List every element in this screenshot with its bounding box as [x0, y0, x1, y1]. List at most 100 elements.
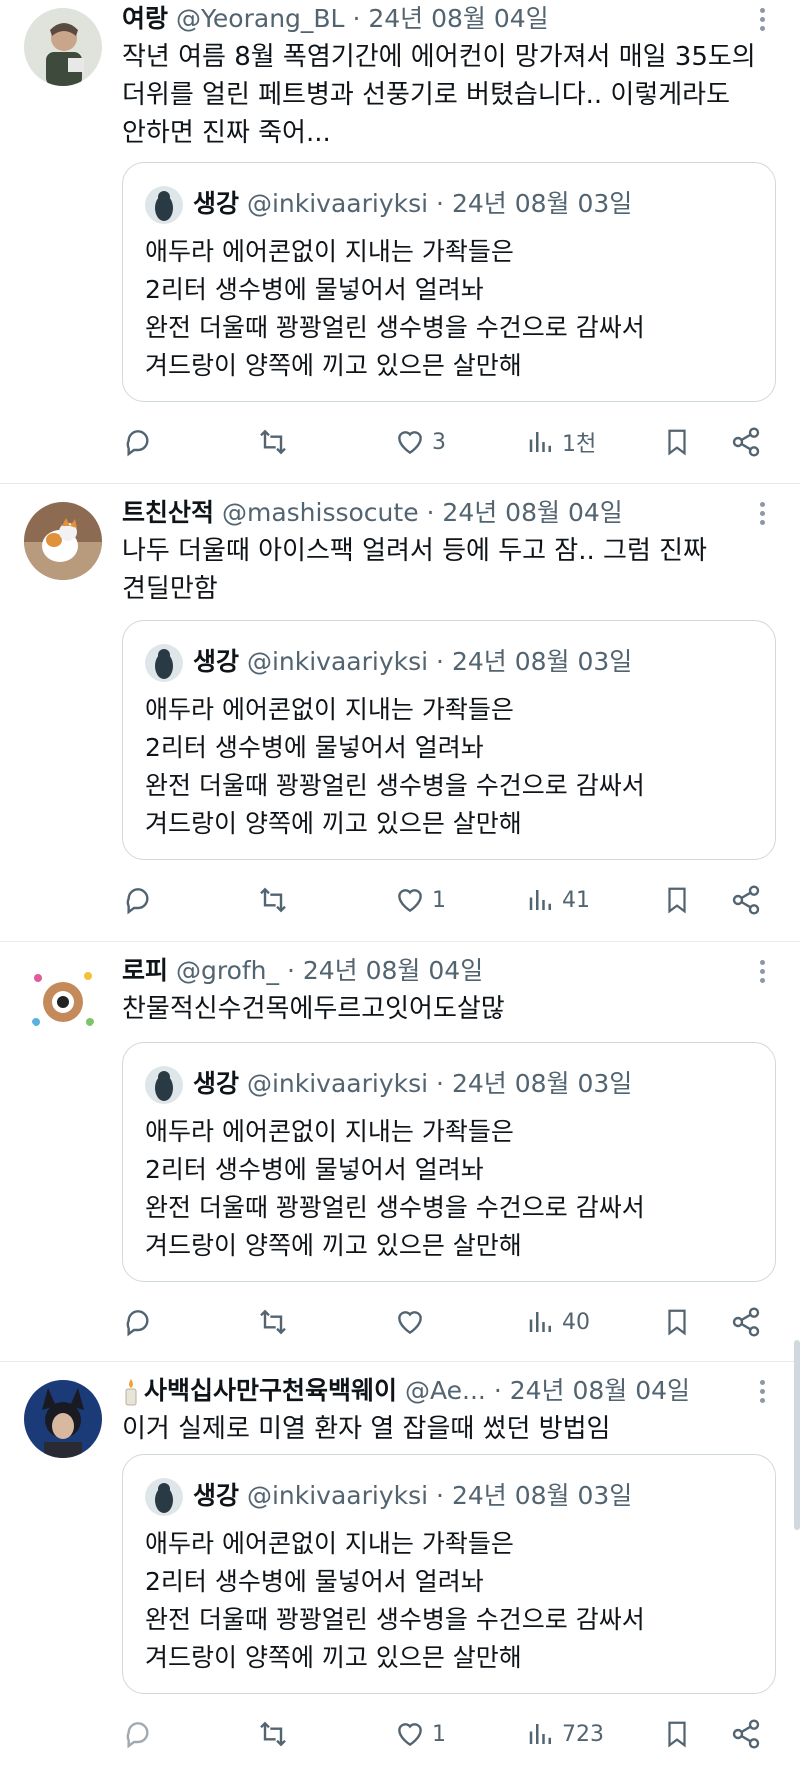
quoted-author-name: 생강 — [193, 1069, 240, 1098]
tweet-date[interactable]: · 24년 08월 04일 — [352, 4, 548, 33]
action-bar: 1 723 — [122, 1714, 762, 1754]
quoted-date: · 24년 08월 03일 — [436, 189, 633, 218]
avatar[interactable] — [24, 960, 102, 1038]
author-handle[interactable]: @Ae... — [405, 1376, 486, 1405]
quoted-date: · 24년 08월 03일 — [436, 1069, 633, 1098]
reply-button[interactable] — [122, 880, 154, 920]
share-button[interactable] — [730, 1302, 762, 1342]
more-icon[interactable] — [752, 4, 772, 38]
share-button[interactable] — [730, 880, 762, 920]
retweet-button[interactable] — [256, 1302, 290, 1342]
share-button[interactable] — [730, 1714, 762, 1754]
tweet[interactable]: 사백십사만구천육백웨이 @Ae... · 24년 08월 04일 이거 실제로 … — [0, 1362, 800, 1770]
avatar[interactable] — [24, 8, 102, 86]
avatar[interactable] — [24, 502, 102, 580]
retweet-icon — [260, 429, 286, 455]
views-icon — [529, 1312, 551, 1332]
author-handle[interactable]: @grofh_ — [176, 956, 279, 985]
more-icon[interactable] — [752, 1376, 772, 1410]
retweet-icon — [260, 1309, 286, 1335]
quoted-avatar — [145, 644, 183, 682]
quoted-tweet[interactable]: 생강 @inkivaariyksi · 24년 08월 03일 애두라 에어콘없… — [122, 620, 776, 860]
author-name[interactable]: 여랑 — [122, 4, 168, 33]
heart-icon — [398, 889, 422, 913]
tweet-date[interactable]: · 24년 08월 04일 — [287, 956, 483, 985]
tweet[interactable]: 여랑 @Yeorang_BL · 24년 08월 04일 작년 여름 8월 폭염… — [0, 0, 800, 484]
quoted-text: 애두라 에어콘없이 지내는 가좍들은 2리터 생수병에 물넣어서 얼려놔 완전 … — [145, 695, 645, 838]
bookmark-button[interactable] — [662, 1714, 692, 1754]
view-count: 40 — [562, 1309, 590, 1335]
action-bar: 1 41 — [122, 880, 762, 920]
views-icon — [529, 432, 551, 452]
reply-icon — [126, 1310, 149, 1337]
quoted-avatar — [145, 1066, 183, 1104]
like-button[interactable] — [394, 1302, 432, 1342]
retweet-icon — [260, 1721, 286, 1747]
views-icon — [529, 890, 551, 910]
timeline: 여랑 @Yeorang_BL · 24년 08월 04일 작년 여름 8월 폭염… — [0, 0, 800, 1770]
more-icon[interactable] — [752, 956, 772, 990]
quoted-tweet[interactable]: 생강 @inkivaariyksi · 24년 08월 03일 애두라 에어콘없… — [122, 1454, 776, 1694]
like-button[interactable]: 3 — [394, 422, 446, 462]
quoted-author-name: 생강 — [193, 647, 240, 676]
action-bar: 40 — [122, 1302, 762, 1342]
tweet-header: 여랑 @Yeorang_BL · 24년 08월 04일 — [122, 2, 730, 36]
quoted-date: · 24년 08월 03일 — [436, 1481, 633, 1510]
quoted-author-name: 생강 — [193, 189, 240, 218]
bookmark-button[interactable] — [662, 880, 692, 920]
quoted-author-handle: @inkivaariyksi — [246, 1069, 429, 1098]
retweet-button[interactable] — [256, 1714, 290, 1754]
more-icon[interactable] — [752, 498, 772, 532]
tweet-date[interactable]: · 24년 08월 04일 — [494, 1376, 690, 1405]
author-name[interactable]: 트친산적 — [122, 498, 214, 527]
tweet-text: 작년 여름 8월 폭염기간에 에어컨이 망가져서 매일 35도의 더위를 얼린 … — [122, 42, 756, 148]
view-count: 41 — [562, 887, 590, 913]
bookmark-icon — [668, 429, 686, 456]
bookmark-button[interactable] — [662, 1302, 692, 1342]
avatar[interactable] — [24, 1380, 102, 1458]
tweet-header: 로피 @grofh_ · 24년 08월 04일 — [122, 954, 730, 988]
author-handle[interactable]: @mashissocute — [222, 498, 419, 527]
like-count: 3 — [432, 429, 446, 455]
share-icon — [732, 1719, 760, 1749]
quoted-tweet[interactable]: 생강 @inkivaariyksi · 24년 08월 03일 애두라 에어콘없… — [122, 162, 776, 402]
reply-button[interactable] — [122, 422, 154, 462]
quoted-tweet[interactable]: 생강 @inkivaariyksi · 24년 08월 03일 애두라 에어콘없… — [122, 1042, 776, 1282]
candle-icon — [125, 1379, 137, 1406]
like-count: 1 — [432, 1721, 446, 1747]
share-button[interactable] — [730, 422, 762, 462]
tweet-date[interactable]: · 24년 08월 04일 — [427, 498, 623, 527]
views-button[interactable]: 723 — [526, 1714, 604, 1754]
action-bar: 3 1천 — [122, 422, 762, 462]
retweet-icon — [260, 887, 286, 913]
author-name[interactable]: 로피 — [122, 956, 168, 985]
retweet-button[interactable] — [256, 880, 290, 920]
quoted-header: 생강 @inkivaariyksi · 24년 08월 03일 — [145, 643, 632, 682]
share-icon — [732, 427, 760, 457]
retweet-button[interactable] — [256, 422, 290, 462]
reply-button[interactable] — [122, 1714, 154, 1754]
tweet[interactable]: 트친산적 @mashissocute · 24년 08월 04일 나두 더울때 … — [0, 484, 800, 942]
bookmark-icon — [668, 887, 686, 914]
tweet[interactable]: 로피 @grofh_ · 24년 08월 04일 찬물적신수건목에두르고잇어도살… — [0, 942, 800, 1362]
scrollbar[interactable] — [794, 1340, 800, 1530]
quoted-author-handle: @inkivaariyksi — [246, 1481, 429, 1510]
like-button[interactable]: 1 — [394, 880, 446, 920]
views-button[interactable]: 40 — [526, 1302, 590, 1342]
bookmark-icon — [668, 1721, 686, 1748]
views-button[interactable]: 1천 — [526, 422, 596, 462]
share-icon — [732, 885, 760, 915]
tweet-header: 사백십사만구천육백웨이 @Ae... · 24년 08월 04일 — [122, 1374, 730, 1408]
views-button[interactable]: 41 — [526, 880, 590, 920]
bookmark-button[interactable] — [662, 422, 692, 462]
view-count: 723 — [562, 1721, 604, 1747]
like-button[interactable]: 1 — [394, 1714, 446, 1754]
quoted-avatar — [145, 1478, 183, 1516]
quoted-header: 생강 @inkivaariyksi · 24년 08월 03일 — [145, 185, 632, 224]
reply-button[interactable] — [122, 1302, 154, 1342]
tweet-text: 이거 실제로 미열 환자 열 잡을때 썼던 방법임 — [122, 1414, 611, 1444]
quoted-author-handle: @inkivaariyksi — [246, 189, 429, 218]
tweet-header: 트친산적 @mashissocute · 24년 08월 04일 — [122, 496, 730, 530]
author-handle[interactable]: @Yeorang_BL — [176, 4, 345, 33]
author-name[interactable]: 사백십사만구천육백웨이 — [144, 1376, 397, 1405]
